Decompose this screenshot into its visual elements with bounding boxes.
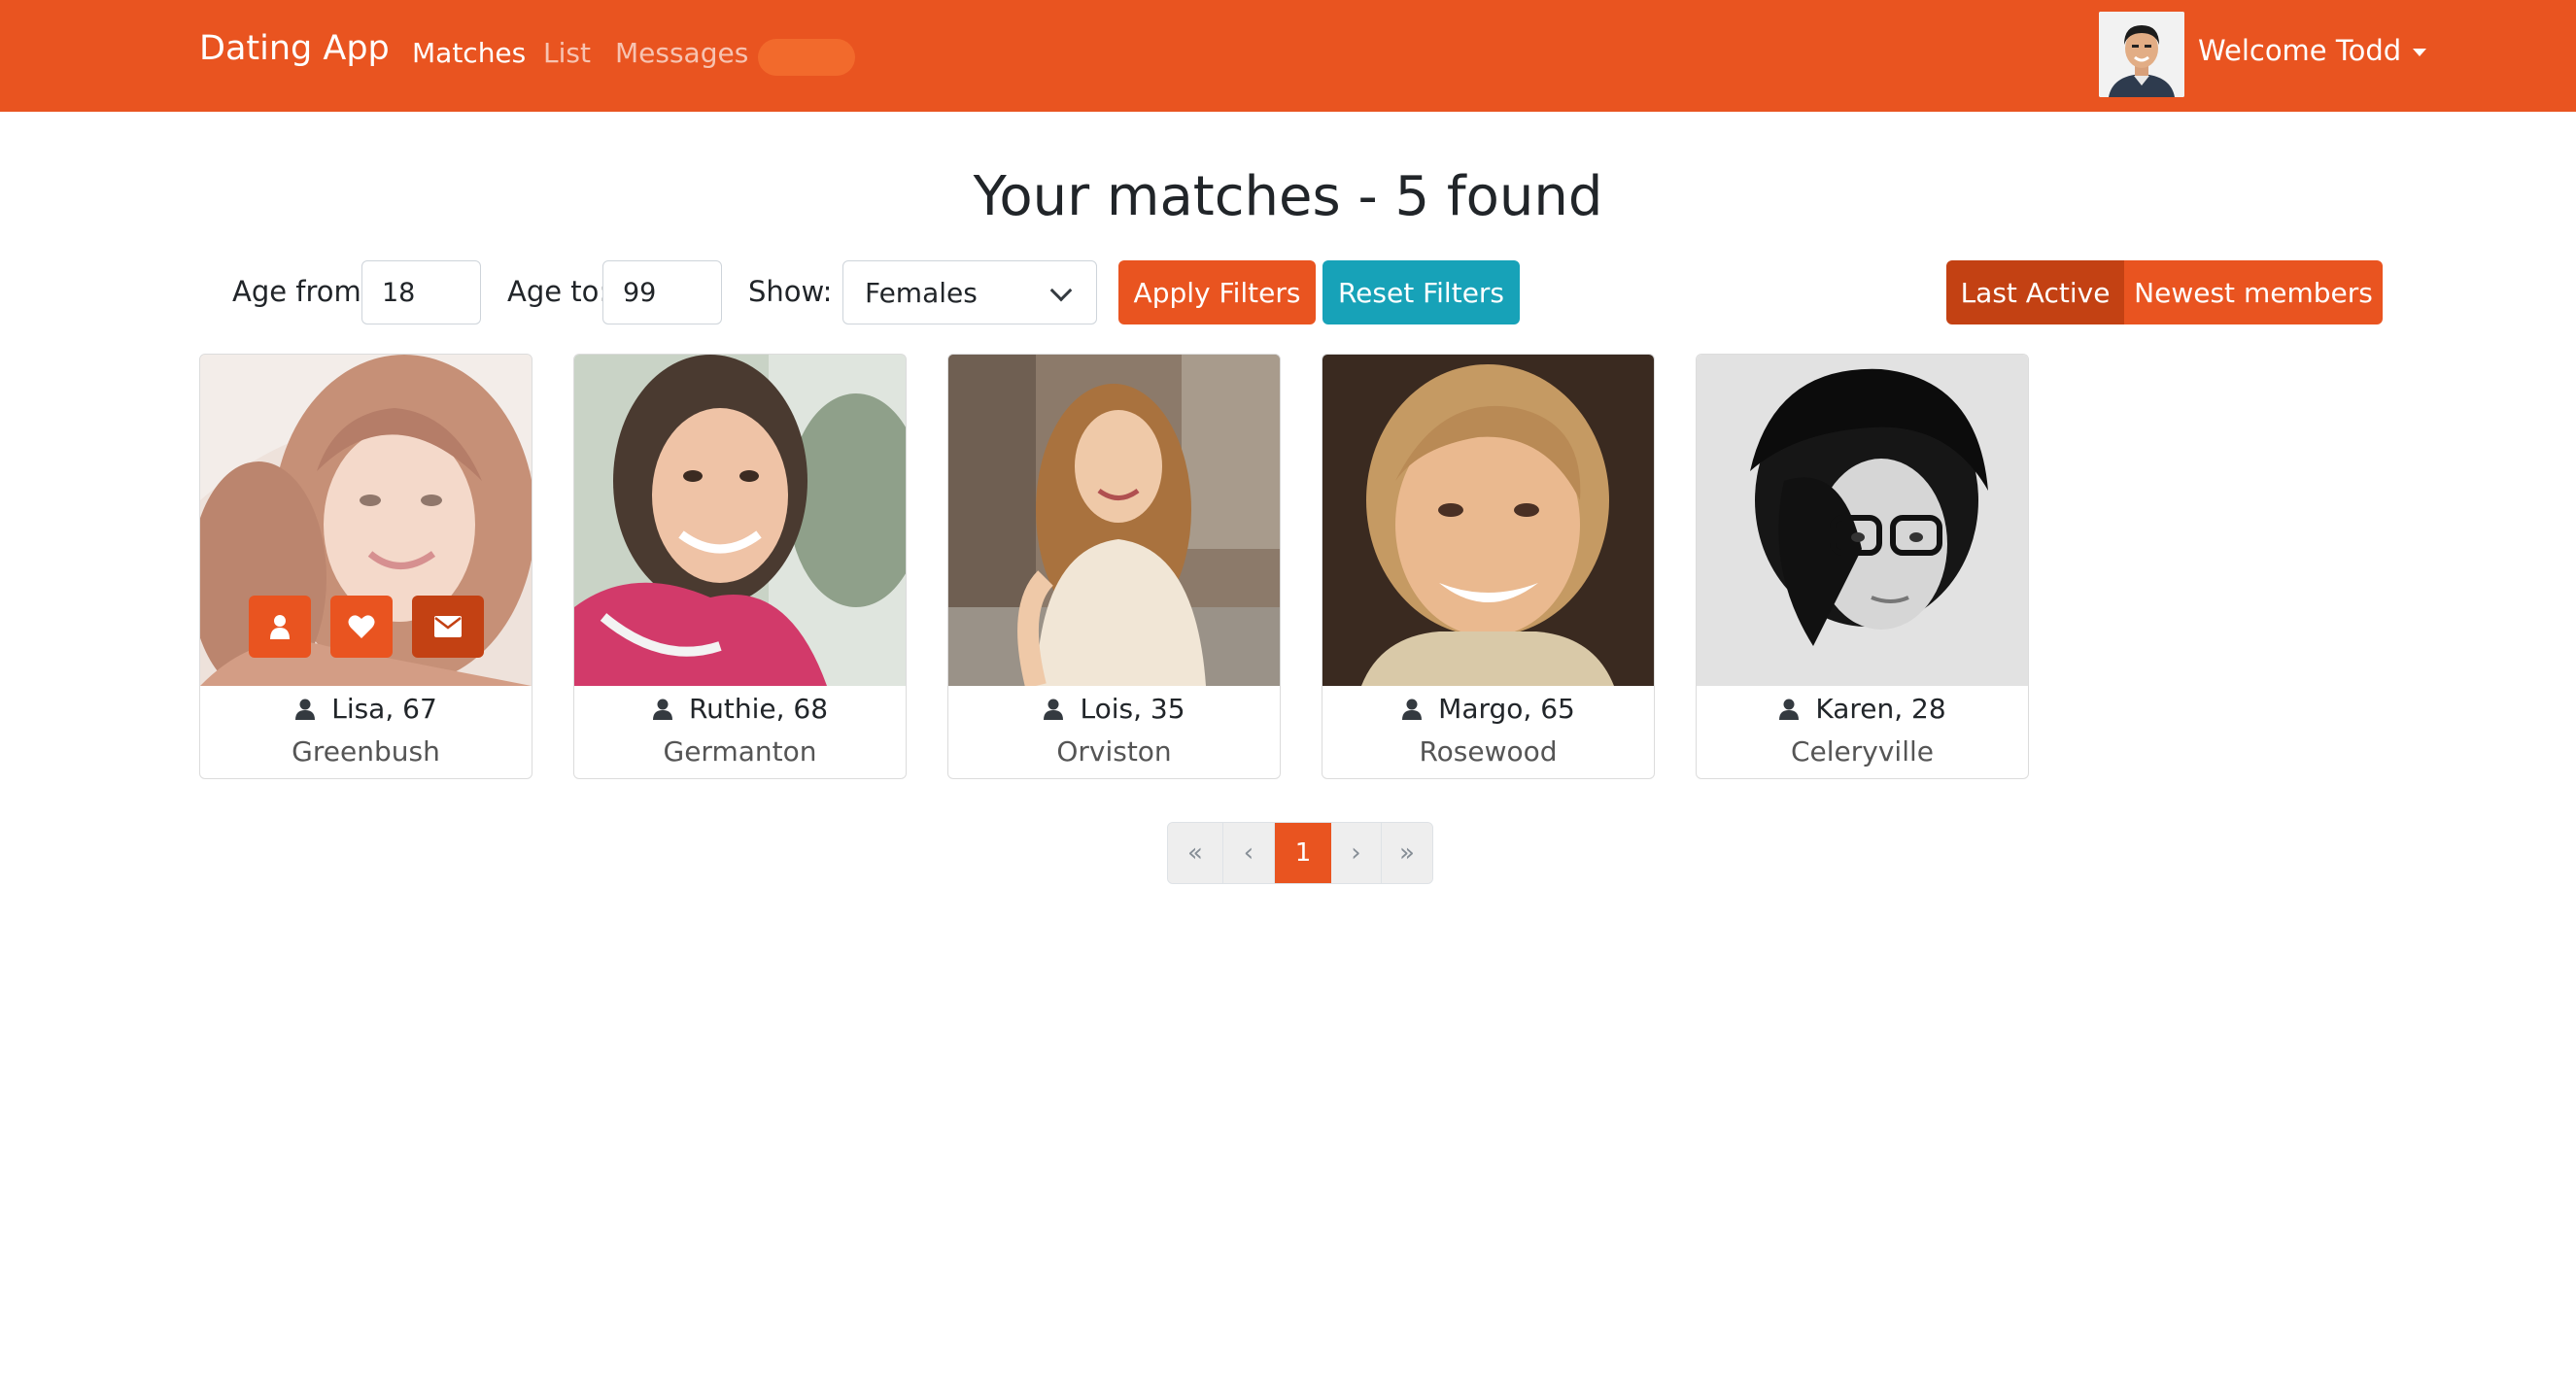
member-photo[interactable]: [948, 355, 1280, 686]
gender-select[interactable]: Females: [842, 260, 1097, 324]
member-card[interactable]: Karen, 28 Celeryville: [1696, 354, 2029, 779]
member-card[interactable]: Ruthie, 68 Germanton: [573, 354, 907, 779]
member-city: Celeryville: [1791, 735, 1934, 768]
member-photo[interactable]: [1322, 355, 1654, 686]
member-city: Orviston: [1056, 735, 1172, 768]
page-first-button[interactable]: «: [1168, 823, 1223, 883]
member-photo[interactable]: [574, 355, 906, 686]
user-icon: [652, 699, 672, 720]
member-name: Lisa, 67: [200, 693, 532, 725]
page-number-button[interactable]: 1: [1275, 823, 1331, 883]
member-name: Lois, 35: [948, 693, 1280, 725]
page-prev-button[interactable]: ‹: [1223, 823, 1275, 883]
member-name-text: Karen, 28: [1815, 693, 1946, 725]
member-name: Karen, 28: [1697, 693, 2028, 725]
member-photo[interactable]: [200, 355, 532, 686]
page-next-button[interactable]: ›: [1331, 823, 1382, 883]
page-title: Your matches - 5 found: [973, 165, 1603, 228]
gender-select-value: Females: [865, 277, 978, 309]
age-to-input[interactable]: [602, 260, 722, 324]
member-card[interactable]: Lisa, 67 Greenbush: [199, 354, 532, 779]
user-menu-toggle[interactable]: Welcome Todd: [2198, 34, 2427, 67]
member-name-text: Lisa, 67: [331, 693, 437, 725]
user-avatar[interactable]: [2099, 12, 2184, 97]
member-name-text: Margo, 65: [1438, 693, 1575, 725]
envelope-icon: [434, 616, 462, 637]
page-last-button[interactable]: »: [1382, 823, 1432, 883]
member-card[interactable]: Lois, 35 Orviston: [947, 354, 1281, 779]
apply-filters-button[interactable]: Apply Filters: [1118, 260, 1316, 324]
nav-placeholder-pill: [758, 39, 855, 76]
show-label: Show:: [748, 275, 833, 308]
member-city: Greenbush: [292, 735, 440, 768]
user-icon: [270, 615, 290, 639]
nav-messages[interactable]: Messages: [615, 37, 748, 69]
view-profile-button[interactable]: [249, 596, 311, 658]
user-icon: [295, 699, 316, 720]
age-from-input[interactable]: [361, 260, 481, 324]
navbar: Dating App Matches List Messages Welcome…: [0, 0, 2576, 112]
reset-filters-button[interactable]: Reset Filters: [1322, 260, 1520, 324]
user-icon: [1044, 699, 1064, 720]
member-city: Rosewood: [1419, 735, 1558, 768]
sort-newest-members-button[interactable]: Newest members: [2124, 260, 2383, 324]
heart-icon: [348, 615, 375, 638]
user-icon: [1402, 699, 1423, 720]
message-button[interactable]: [412, 596, 484, 658]
member-city: Germanton: [663, 735, 817, 768]
member-photo[interactable]: [1697, 355, 2028, 686]
sort-last-active-button[interactable]: Last Active: [1946, 260, 2124, 324]
welcome-text: Welcome Todd: [2198, 34, 2402, 67]
member-name: Margo, 65: [1322, 693, 1654, 725]
nav-matches[interactable]: Matches: [412, 37, 526, 69]
age-to-label: Age to:: [507, 275, 609, 308]
brand-link[interactable]: Dating App: [199, 29, 390, 68]
chevron-down-icon: [1049, 279, 1073, 302]
user-icon: [1779, 699, 1800, 720]
sort-button-group: Last Active Newest members: [1946, 260, 2383, 324]
caret-down-icon: [2413, 49, 2427, 56]
member-name-text: Ruthie, 68: [688, 693, 829, 725]
nav-list[interactable]: List: [543, 37, 591, 69]
member-card[interactable]: Margo, 65 Rosewood: [1322, 354, 1655, 779]
like-button[interactable]: [330, 596, 393, 658]
age-from-label: Age from:: [232, 275, 371, 308]
pagination: « ‹ 1 › »: [1167, 822, 1433, 884]
member-name-text: Lois, 35: [1080, 693, 1185, 725]
member-name: Ruthie, 68: [574, 693, 906, 725]
